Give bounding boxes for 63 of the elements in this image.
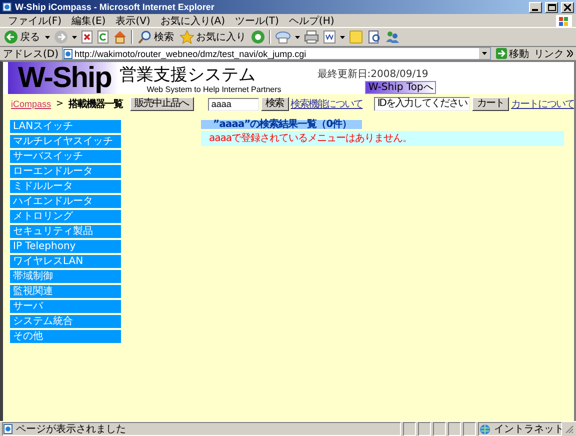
- close-button[interactable]: [561, 2, 574, 12]
- stop-icon[interactable]: [81, 30, 93, 44]
- back-button[interactable]: 戻る: [3, 30, 41, 44]
- discontinued-button[interactable]: 販売中止品へ: [130, 97, 194, 111]
- back-icon: [4, 30, 18, 44]
- window-title: W-Ship iCompass - Microsoft Internet Explorer: [15, 2, 216, 12]
- research-icon[interactable]: [367, 30, 381, 44]
- document-icon[interactable]: [323, 30, 336, 44]
- menu-item[interactable]: ヘルプ(H): [284, 14, 338, 28]
- media-icon[interactable]: [251, 30, 265, 44]
- caret-icon: [295, 36, 300, 38]
- search-help-link[interactable]: 検索機能について: [290, 97, 363, 111]
- home-icon[interactable]: [113, 30, 127, 44]
- maximize-button[interactable]: [545, 2, 558, 12]
- breadcrumb-link[interactable]: iCompass: [11, 99, 52, 109]
- no-results-message: aaaaで登録されているメニューはありません。: [201, 131, 564, 146]
- search-button[interactable]: 検索: [260, 97, 289, 111]
- last-updated: 最終更新日:2008/09/19: [317, 68, 428, 81]
- search-icon: [138, 30, 152, 44]
- caret-icon: [45, 36, 50, 38]
- cart-id-field[interactable]: IDを入力してください: [374, 97, 470, 111]
- menu-item[interactable]: ファイル(F): [4, 14, 66, 28]
- links-button[interactable]: リンク: [534, 46, 564, 60]
- menu-item[interactable]: 表示(V): [112, 14, 154, 28]
- menu-item[interactable]: 編集(E): [68, 14, 110, 28]
- close-icon: [564, 4, 571, 10]
- logo-text: W-Ship: [8, 62, 120, 94]
- page-icon: [62, 48, 73, 58]
- chevron-icon[interactable]: [567, 50, 573, 57]
- search-field[interactable]: aaaa: [208, 98, 259, 110]
- top-link-button[interactable]: W-Ship Topへ: [365, 81, 436, 94]
- maximize-icon: [548, 4, 556, 10]
- search-button[interactable]: 検索: [137, 30, 175, 44]
- mail-icon[interactable]: [275, 30, 291, 44]
- zone-text: イントラネット: [494, 423, 564, 436]
- favorites-button[interactable]: お気に入り: [179, 30, 247, 44]
- page-icon: [2, 2, 12, 12]
- results-heading: ”aaaa”の検索結果一覧（0件）: [201, 120, 362, 129]
- cart-button[interactable]: カート: [472, 97, 509, 111]
- status-text: ページが表示されました: [16, 422, 126, 436]
- menu-item[interactable]: お気に入り(A): [156, 14, 229, 28]
- site-title: 営業支援システム: [119, 65, 256, 85]
- page-icon: [3, 424, 13, 434]
- caret-icon: [482, 52, 487, 55]
- globe-icon: [479, 424, 491, 434]
- minimize-button[interactable]: [529, 2, 542, 12]
- breadcrumb-separator: >: [56, 99, 64, 109]
- breadcrumb-current: 搭載機器一覧: [68, 98, 123, 111]
- resize-grip-icon[interactable]: [564, 424, 574, 434]
- site-subtitle: Web System to Help Internet Partners: [146, 85, 282, 94]
- go-icon: [496, 48, 507, 59]
- caret-icon: [72, 36, 77, 38]
- menu-item[interactable]: ツール(T): [231, 14, 283, 28]
- printer-icon[interactable]: [304, 30, 319, 44]
- refresh-icon[interactable]: [97, 30, 109, 44]
- address-field[interactable]: http://wakimoto/router_webneo/dmz/test_navi/ok_jump.cgi: [62, 47, 491, 60]
- cart-help-link[interactable]: カートについて: [511, 97, 574, 111]
- people-icon[interactable]: [385, 30, 400, 44]
- star-icon: [180, 30, 194, 44]
- address-label: アドレス(D): [3, 48, 59, 60]
- go-button[interactable]: 移動: [494, 46, 531, 60]
- dropdown-button[interactable]: [478, 48, 490, 59]
- caret-icon: [340, 36, 345, 38]
